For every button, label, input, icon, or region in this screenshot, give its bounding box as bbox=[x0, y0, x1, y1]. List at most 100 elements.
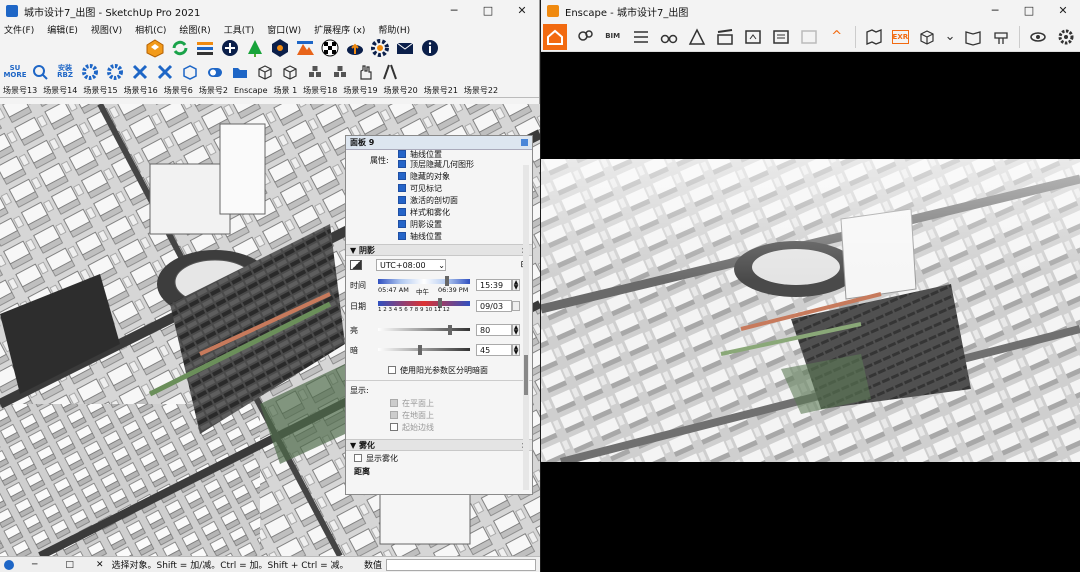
enscape-render-view[interactable] bbox=[541, 159, 1080, 462]
enscape-logo-icon[interactable] bbox=[144, 37, 166, 59]
export-360-icon[interactable] bbox=[799, 26, 819, 48]
use-sun-checkbox[interactable] bbox=[388, 366, 396, 374]
gear-icon[interactable] bbox=[1056, 26, 1076, 48]
on-ground-checkbox[interactable] bbox=[390, 411, 398, 419]
panel-scrollbar-thumb[interactable] bbox=[524, 355, 528, 395]
menu-file[interactable]: 文件(F) bbox=[4, 23, 34, 36]
dark-slider-thumb[interactable] bbox=[417, 345, 422, 355]
refresh-icon[interactable] bbox=[169, 37, 191, 59]
map-icon[interactable] bbox=[864, 26, 884, 48]
dark-slider-track[interactable] bbox=[378, 348, 470, 351]
checkbox-icon[interactable] bbox=[398, 150, 406, 158]
book-icon[interactable] bbox=[963, 26, 983, 48]
chevron-up-icon[interactable]: ^ bbox=[827, 26, 847, 48]
install-rbz-button[interactable]: 安装 RBZ bbox=[54, 61, 76, 83]
tools-icon[interactable] bbox=[154, 61, 176, 83]
binoculars-icon[interactable] bbox=[659, 26, 679, 48]
cloud-upload-icon[interactable] bbox=[344, 37, 366, 59]
tree-icon[interactable] bbox=[244, 37, 266, 59]
tab-scene-19[interactable]: 场景号19 bbox=[340, 85, 380, 96]
checker-icon[interactable] bbox=[319, 37, 341, 59]
bim-icon[interactable]: BIM bbox=[603, 26, 623, 48]
folder-icon[interactable] bbox=[229, 61, 251, 83]
menu-help[interactable]: 帮助(H) bbox=[378, 23, 410, 36]
tab-scene-6[interactable]: 场景号6 bbox=[161, 85, 196, 96]
cube-icon[interactable] bbox=[179, 61, 201, 83]
panel-check-6[interactable]: 阴影设置 bbox=[346, 218, 532, 230]
cubes-icon[interactable] bbox=[329, 61, 351, 83]
show-fog-checkbox[interactable] bbox=[354, 454, 362, 462]
add-circle-icon[interactable] bbox=[219, 37, 241, 59]
panel-check-4[interactable]: 激活的剖切面 bbox=[346, 194, 532, 206]
checkbox-icon[interactable] bbox=[398, 160, 406, 168]
on-ground-row[interactable]: 在地面上 bbox=[346, 409, 532, 421]
tab-scene-20[interactable]: 场景号20 bbox=[381, 85, 421, 96]
maximize-button[interactable]: □ bbox=[471, 0, 505, 22]
tab-scene-22[interactable]: 场景号22 bbox=[461, 85, 501, 96]
light-slider-track[interactable] bbox=[378, 328, 470, 331]
search-icon[interactable] bbox=[29, 61, 51, 83]
su-more-button[interactable]: SU MORE bbox=[3, 61, 26, 83]
time-input[interactable]: 15:39 bbox=[476, 279, 512, 291]
tab-scene-15[interactable]: 场景号15 bbox=[80, 85, 120, 96]
menu-camera[interactable]: 相机(C) bbox=[135, 23, 166, 36]
on-faces-checkbox[interactable] bbox=[390, 399, 398, 407]
time-slider-thumb[interactable] bbox=[444, 276, 449, 286]
list-icon[interactable] bbox=[631, 26, 651, 48]
layers-icon[interactable] bbox=[194, 37, 216, 59]
cube-icon[interactable] bbox=[917, 26, 937, 48]
from-edges-checkbox[interactable] bbox=[390, 423, 398, 431]
walk-icon[interactable] bbox=[687, 26, 707, 48]
tools-icon[interactable] bbox=[991, 26, 1011, 48]
tab-scene-1[interactable]: 场景 1 bbox=[271, 85, 301, 96]
checkbox-icon[interactable] bbox=[398, 196, 406, 204]
menu-view[interactable]: 视图(V) bbox=[91, 23, 122, 36]
checkbox-icon[interactable] bbox=[398, 232, 406, 240]
use-sun-row[interactable]: 使用阳光参数区分明暗面 bbox=[346, 362, 532, 378]
gear-icon[interactable] bbox=[79, 61, 101, 83]
tab-scene-2[interactable]: 场景号2 bbox=[196, 85, 231, 96]
checkbox-icon[interactable] bbox=[398, 220, 406, 228]
date-picker[interactable] bbox=[512, 301, 520, 311]
toggle-icon[interactable] bbox=[204, 61, 226, 83]
tab-scene-18[interactable]: 场景号18 bbox=[300, 85, 340, 96]
mail-icon[interactable] bbox=[394, 37, 416, 59]
dark-spinner[interactable]: ▲ ▼ bbox=[512, 344, 520, 356]
exr-icon[interactable]: EXR bbox=[891, 29, 910, 44]
panel-check-3[interactable]: 可见标记 bbox=[346, 182, 532, 194]
fog-section-header[interactable]: ▼ 雾化 × bbox=[346, 439, 532, 451]
hexagon-icon[interactable] bbox=[269, 37, 291, 59]
road-icon[interactable] bbox=[379, 61, 401, 83]
tab-scene-16[interactable]: 场景号16 bbox=[121, 85, 161, 96]
panel-pin-icon[interactable] bbox=[521, 139, 528, 146]
home-icon[interactable] bbox=[543, 23, 567, 50]
status-restore[interactable]: □ bbox=[65, 560, 74, 570]
cubes-icon[interactable] bbox=[304, 61, 326, 83]
clapper-icon[interactable] bbox=[715, 26, 735, 48]
maximize-button[interactable]: □ bbox=[1012, 0, 1046, 22]
menu-tools[interactable]: 工具(T) bbox=[224, 23, 255, 36]
checkbox-icon[interactable] bbox=[398, 208, 406, 216]
cube-icon[interactable] bbox=[279, 61, 301, 83]
timezone-select[interactable]: UTC+08:00 ⌄ bbox=[376, 259, 446, 271]
shadow-section-header[interactable]: ▼ 阴影 × bbox=[346, 244, 532, 256]
on-faces-row[interactable]: 在平面上 bbox=[346, 397, 532, 409]
value-input[interactable] bbox=[386, 558, 536, 571]
time-spinner[interactable]: ▲ ▼ bbox=[512, 279, 520, 291]
light-slider-thumb[interactable] bbox=[448, 325, 453, 335]
map-pin-icon[interactable] bbox=[575, 26, 595, 48]
time-slider-track[interactable] bbox=[378, 279, 470, 284]
minimize-button[interactable]: ─ bbox=[978, 0, 1012, 22]
menu-extensions[interactable]: 扩展程序 (x) bbox=[314, 23, 365, 36]
light-spinner[interactable]: ▲ ▼ bbox=[512, 324, 520, 336]
export-batch-icon[interactable] bbox=[771, 26, 791, 48]
tab-scene-14[interactable]: 场景号14 bbox=[40, 85, 80, 96]
tools-icon[interactable] bbox=[129, 61, 151, 83]
checkbox-icon[interactable] bbox=[398, 172, 406, 180]
mountain-icon[interactable] bbox=[294, 37, 316, 59]
status-minimize[interactable]: ─ bbox=[32, 560, 37, 570]
panel-check-1[interactable]: 属性: 顶层隐藏几何图形 bbox=[346, 156, 532, 170]
light-input[interactable]: 80 bbox=[476, 324, 512, 336]
gear-icon[interactable] bbox=[369, 37, 391, 59]
tab-scene-13[interactable]: 场景号13 bbox=[0, 85, 40, 96]
